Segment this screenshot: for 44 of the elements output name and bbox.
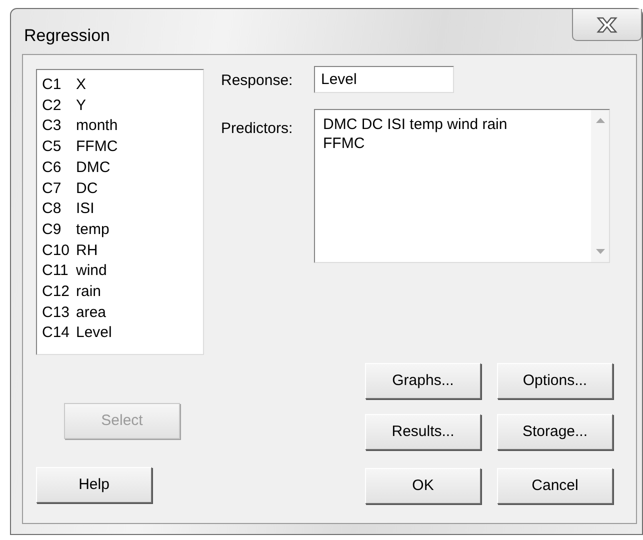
predictors-label: Predictors:: [221, 119, 294, 139]
column-id: C1: [42, 75, 62, 95]
column-name[interactable]: wind: [76, 262, 107, 280]
column-name[interactable]: Y: [76, 96, 86, 114]
column-id: C6: [42, 158, 62, 178]
storage-button[interactable]: Storage...: [497, 414, 613, 450]
column-name[interactable]: rain: [76, 283, 102, 300]
column-name[interactable]: DC: [76, 180, 98, 197]
scroll-down-icon[interactable]: [596, 249, 604, 254]
column-name[interactable]: Level: [76, 324, 112, 342]
column-id: C9: [42, 220, 62, 240]
results-button[interactable]: Results...: [365, 414, 481, 450]
column-name[interactable]: ISI: [76, 200, 94, 218]
column-id: C14: [42, 323, 71, 344]
column-id: C2: [42, 96, 62, 116]
options-button[interactable]: Options...: [497, 363, 613, 399]
window-title: Regression: [23, 25, 110, 47]
column-name[interactable]: temp: [76, 220, 110, 238]
column-id: C3: [42, 116, 62, 136]
column-id: C11: [42, 261, 70, 282]
scroll-up-icon[interactable]: [596, 118, 604, 123]
column-name[interactable]: X: [76, 76, 86, 93]
column-id: C12: [42, 282, 71, 302]
cancel-button[interactable]: Cancel: [497, 468, 613, 504]
column-name[interactable]: FFMC: [76, 138, 118, 156]
close-button[interactable]: [572, 9, 642, 41]
graphs-button[interactable]: Graphs...: [365, 363, 481, 399]
help-button[interactable]: Help: [36, 467, 152, 503]
column-name[interactable]: DMC: [76, 158, 110, 176]
response-label: Response:: [221, 71, 294, 91]
column-name[interactable]: RH: [76, 242, 98, 259]
column-name[interactable]: area: [76, 304, 106, 321]
column-name[interactable]: month: [76, 117, 118, 134]
column-id: C10: [42, 240, 71, 261]
predictors-text: DMC DC ISI temp wind rain FFMC: [323, 115, 508, 153]
column-id: C13: [42, 302, 71, 323]
column-listbox[interactable]: C1 X C2 Y C3 month C5 FFMC C6 DMC C7 DC C8 ISI C9 temp C10 RH C11 wind C12 rain C13 area C14 Level: [36, 69, 204, 355]
predictors-field[interactable]: DMC DC ISI temp wind rain FFMC: [314, 109, 610, 263]
ok-button[interactable]: OK: [365, 468, 481, 504]
response-field[interactable]: Level: [314, 66, 454, 93]
column-id: C8: [42, 199, 62, 220]
column-id: C7: [42, 178, 62, 199]
close-icon: [596, 16, 618, 32]
column-id: C5: [42, 137, 62, 158]
